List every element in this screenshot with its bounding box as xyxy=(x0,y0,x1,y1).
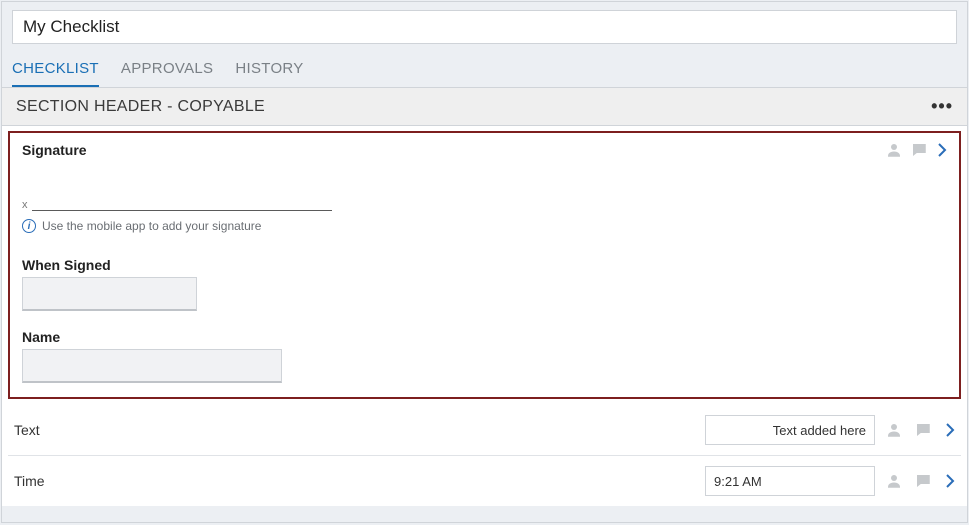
time-row-right: 9:21 AM xyxy=(705,466,955,496)
more-menu-icon[interactable]: ••• xyxy=(931,96,953,117)
signature-row-icons xyxy=(885,141,947,159)
person-icon xyxy=(885,141,903,159)
when-signed-group: When Signed xyxy=(22,257,947,311)
person-icon xyxy=(885,472,903,490)
signature-header: Signature xyxy=(22,141,947,159)
name-label: Name xyxy=(22,329,947,345)
signature-line[interactable] xyxy=(32,210,332,211)
when-signed-input[interactable] xyxy=(22,277,197,311)
tab-history[interactable]: HISTORY xyxy=(235,52,303,87)
signature-item: Signature x i xyxy=(8,131,961,399)
signature-title: Signature xyxy=(22,142,87,158)
section-header-label: SECTION HEADER - COPYABLE xyxy=(16,98,265,116)
when-signed-label: When Signed xyxy=(22,257,947,273)
time-row-value[interactable]: 9:21 AM xyxy=(705,466,875,496)
text-row-label: Text xyxy=(14,422,40,438)
signature-info-text: Use the mobile app to add your signature xyxy=(42,219,261,233)
checklist-panel: CHECKLIST APPROVALS HISTORY SECTION HEAD… xyxy=(1,1,968,523)
title-wrap xyxy=(2,2,967,52)
person-icon xyxy=(885,421,903,439)
text-row-right: Text added here xyxy=(705,415,955,445)
text-row-value[interactable]: Text added here xyxy=(705,415,875,445)
time-row: Time 9:21 AM xyxy=(8,456,961,506)
name-input[interactable] xyxy=(22,349,282,383)
tab-bar: CHECKLIST APPROVALS HISTORY xyxy=(2,52,967,88)
chevron-right-icon[interactable] xyxy=(937,142,947,158)
time-row-label: Time xyxy=(14,473,45,489)
signature-info: i Use the mobile app to add your signatu… xyxy=(22,219,947,233)
chevron-right-icon[interactable] xyxy=(945,422,955,438)
comment-icon[interactable] xyxy=(913,472,933,490)
tab-approvals[interactable]: APPROVALS xyxy=(121,52,213,87)
chevron-right-icon[interactable] xyxy=(945,473,955,489)
text-row: Text Text added here xyxy=(8,405,961,456)
comment-icon[interactable] xyxy=(909,141,929,159)
tab-checklist[interactable]: CHECKLIST xyxy=(12,52,99,87)
section-content: Signature x i xyxy=(2,126,967,506)
section-header: SECTION HEADER - COPYABLE ••• xyxy=(2,88,967,126)
signature-x-mark: x xyxy=(22,199,28,211)
info-icon: i xyxy=(22,219,36,233)
comment-icon[interactable] xyxy=(913,421,933,439)
signature-line-wrap: x xyxy=(22,199,947,211)
name-group: Name xyxy=(22,329,947,383)
checklist-title-input[interactable] xyxy=(12,10,957,44)
